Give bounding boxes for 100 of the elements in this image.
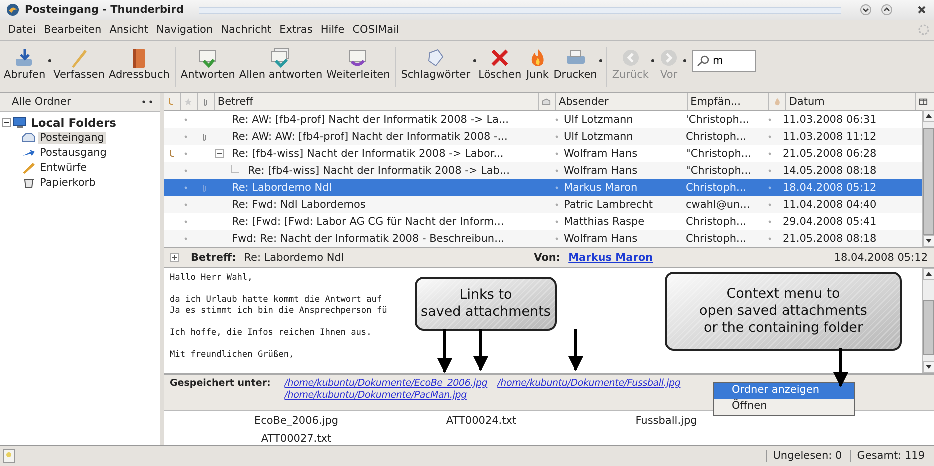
context-menu-item[interactable]: Ordner anzeigen bbox=[714, 383, 854, 399]
folder-item[interactable]: Papierkorb bbox=[38, 176, 98, 188]
message-row[interactable]: Re: AW: [fb4-prof] Nacht der Informatik 2008 -> La... Ulf Lotzmann 'Christoph... 11.03.2008 06:31 bbox=[164, 111, 922, 128]
bird-icon bbox=[6, 3, 20, 17]
date-text: 11.03.2008 06:31 bbox=[783, 114, 877, 126]
maximize-icon[interactable] bbox=[881, 4, 893, 16]
toolbar-button[interactable]: Verfassen bbox=[52, 44, 107, 82]
body-text-line: Ja es stimmt ich bin die Ansprechperson fü bbox=[170, 306, 388, 316]
date-text: 11.04.2008 04:40 bbox=[783, 198, 877, 210]
sender-text: Ulf Lotzmann bbox=[564, 114, 634, 126]
folder-item[interactable]: Postausgang bbox=[38, 146, 109, 158]
pencil-icon bbox=[22, 162, 36, 174]
close-icon[interactable] bbox=[916, 4, 928, 16]
subject-value: Re: Labordemo Ndl bbox=[244, 252, 346, 264]
attachment-name[interactable]: ATT00024.txt bbox=[446, 415, 517, 427]
status-dot-icon bbox=[768, 134, 772, 138]
callout: Context menu to open saved attachments or the containing folder bbox=[665, 272, 902, 351]
toolbar-button[interactable]: Adressbuch bbox=[106, 44, 172, 82]
scrollbar[interactable] bbox=[922, 268, 934, 374]
attachment-name[interactable]: ATT00027.txt bbox=[261, 433, 332, 445]
attachment-name[interactable]: EcoBe_2006.jpg bbox=[254, 415, 339, 427]
message-row[interactable]: Re: [fb4-wiss] Nacht der Informatik 2008 -> Lab... Wolfram Hans "Christoph... 14.05.2008 08:18 bbox=[164, 162, 922, 179]
toolbar-button[interactable]: Junk bbox=[524, 44, 552, 82]
message-row[interactable]: Re: [fb4-wiss] Nacht der Informatik 2008 -> Labor... Wolfram Hans "Christoph... 21.05.2008 06:28 bbox=[164, 145, 922, 162]
menu-item[interactable]: Ansicht bbox=[106, 24, 152, 36]
status-dot-icon bbox=[555, 168, 559, 172]
menu-item[interactable]: Bearbeiten bbox=[40, 24, 106, 36]
status-dot-icon bbox=[768, 168, 772, 172]
toolbar-button[interactable]: Allen antworten bbox=[237, 44, 325, 82]
collapse-icon[interactable] bbox=[215, 149, 224, 158]
date-text: 11.03.2008 11:12 bbox=[783, 130, 877, 142]
context-menu-item[interactable]: Öffnen bbox=[714, 399, 854, 415]
recipient-text: Christoph... bbox=[686, 130, 747, 142]
file-link[interactable]: /home/kubuntu/Dokumente/Fussball.jpg bbox=[498, 378, 681, 390]
sender-link[interactable]: Markus Maron bbox=[568, 252, 654, 264]
arrow bbox=[474, 329, 488, 372]
message-row[interactable]: Fwd: Re: Nacht der Informatik 2008 - Beschreibun... Wolfram Hans Christoph... 21.05.2008 08:18 bbox=[164, 230, 922, 247]
minimize-icon[interactable] bbox=[860, 4, 872, 16]
sender-text: Wolfram Hans bbox=[564, 232, 638, 244]
message-row[interactable]: Re: Labordemo Ndl Markus Maron Christoph... 18.04.2008 05:12 bbox=[164, 179, 922, 196]
bulb-icon bbox=[3, 449, 15, 463]
star-icon[interactable] bbox=[184, 96, 194, 106]
scrollbar[interactable] bbox=[922, 110, 934, 247]
menu-item[interactable]: Extras bbox=[276, 24, 317, 36]
message-row[interactable]: Re: [Fwd: [Fwd: Labor AG CG für Nacht der Inform... Matthias Raspe Christoph... 29.04.2008 05:41 bbox=[164, 213, 922, 230]
subject-text: Re: AW: AW: [fb4-prof] Nacht der Informatik 2008 -... bbox=[232, 130, 508, 142]
toolbar-button[interactable]: Weiterleiten bbox=[324, 44, 392, 82]
toolbar-button[interactable]: Antworten bbox=[178, 44, 238, 82]
recipient-text: Christoph... bbox=[686, 216, 747, 228]
toolbar-button[interactable]: Abrufen bbox=[2, 44, 48, 82]
column-picker-icon[interactable] bbox=[919, 96, 928, 106]
status-dot-icon bbox=[555, 118, 559, 122]
scroll-down-icon[interactable] bbox=[923, 235, 934, 247]
folder-item[interactable]: Local Folders bbox=[29, 116, 119, 130]
menu-item[interactable]: COSIMail bbox=[348, 24, 404, 36]
column-header[interactable]: Empfän... bbox=[688, 93, 770, 110]
scroll-up-icon[interactable] bbox=[923, 268, 934, 280]
status-dot-icon bbox=[184, 134, 188, 138]
scroll-up-icon[interactable] bbox=[923, 110, 934, 122]
pane-switch-icon[interactable] bbox=[142, 99, 154, 105]
status-dot-icon bbox=[768, 202, 772, 206]
column-header[interactable]: Betreff bbox=[214, 93, 539, 110]
unread-count: Ungelesen: 0 bbox=[766, 450, 848, 462]
date-text: 14.05.2008 08:18 bbox=[783, 164, 877, 176]
search-field[interactable]: m bbox=[692, 50, 756, 72]
file-link[interactable]: /home/kubuntu/Dokumente/EcoBe_2006.jpg bbox=[284, 378, 488, 390]
body-text-line: Hallo Herr Wahl, bbox=[170, 273, 253, 284]
toolbar-button[interactable]: Löschen bbox=[476, 44, 524, 82]
attachment-name[interactable]: Fussball.jpg bbox=[636, 415, 698, 427]
date-text: 18.04.2008 05:12 bbox=[783, 182, 877, 194]
menu-item[interactable]: Navigation bbox=[152, 24, 218, 36]
arrow bbox=[438, 329, 452, 374]
column-header[interactable]: Absender bbox=[556, 93, 688, 110]
sender-text: Wolfram Hans bbox=[564, 148, 638, 160]
scroll-down-icon[interactable] bbox=[923, 361, 934, 374]
status-dot-icon bbox=[555, 152, 559, 156]
menu-item[interactable]: Nachricht bbox=[217, 24, 276, 36]
file-link[interactable]: /home/kubuntu/Dokumente/PacMan.jpg bbox=[284, 390, 467, 402]
arrow bbox=[834, 348, 848, 388]
column-header[interactable]: Datum bbox=[786, 93, 916, 110]
folder-item[interactable]: Posteingang bbox=[38, 132, 106, 144]
folder-item[interactable]: Entwürfe bbox=[38, 162, 90, 174]
recipient-text: 'Christoph... bbox=[686, 114, 750, 126]
menu-item[interactable]: Hilfe bbox=[316, 24, 349, 36]
message-date: 18.04.2008 05:12 bbox=[834, 252, 928, 264]
dropdown-icon[interactable] bbox=[48, 58, 52, 62]
collapse-icon[interactable] bbox=[2, 118, 11, 127]
subject-text: Re: [Fwd: [Fwd: Labor AG CG für Nacht der Inform... bbox=[232, 216, 504, 228]
subject-text: Re: [fb4-wiss] Nacht der Informatik 2008 -> Lab... bbox=[248, 164, 510, 176]
toolbar-button[interactable]: Schlagwörter bbox=[399, 44, 473, 82]
status-dot-icon bbox=[555, 220, 559, 224]
status-dot-icon bbox=[555, 186, 559, 190]
expand-icon[interactable] bbox=[170, 253, 179, 262]
dropdown-icon[interactable] bbox=[472, 58, 477, 62]
message-row[interactable]: Re: Fwd: Ndl Labordemos Patric Lambrecht cwahl@un... 11.04.2008 04:40 bbox=[164, 196, 922, 213]
search-icon bbox=[696, 54, 710, 66]
toolbar-button[interactable]: Drucken bbox=[552, 44, 600, 82]
dropdown-icon[interactable] bbox=[599, 58, 604, 62]
menu-item[interactable]: Datei bbox=[4, 24, 40, 36]
message-row[interactable]: Re: AW: AW: [fb4-prof] Nacht der Informatik 2008 -... Ulf Lotzmann Christoph... 11.03.2008 11:12 bbox=[164, 128, 922, 145]
